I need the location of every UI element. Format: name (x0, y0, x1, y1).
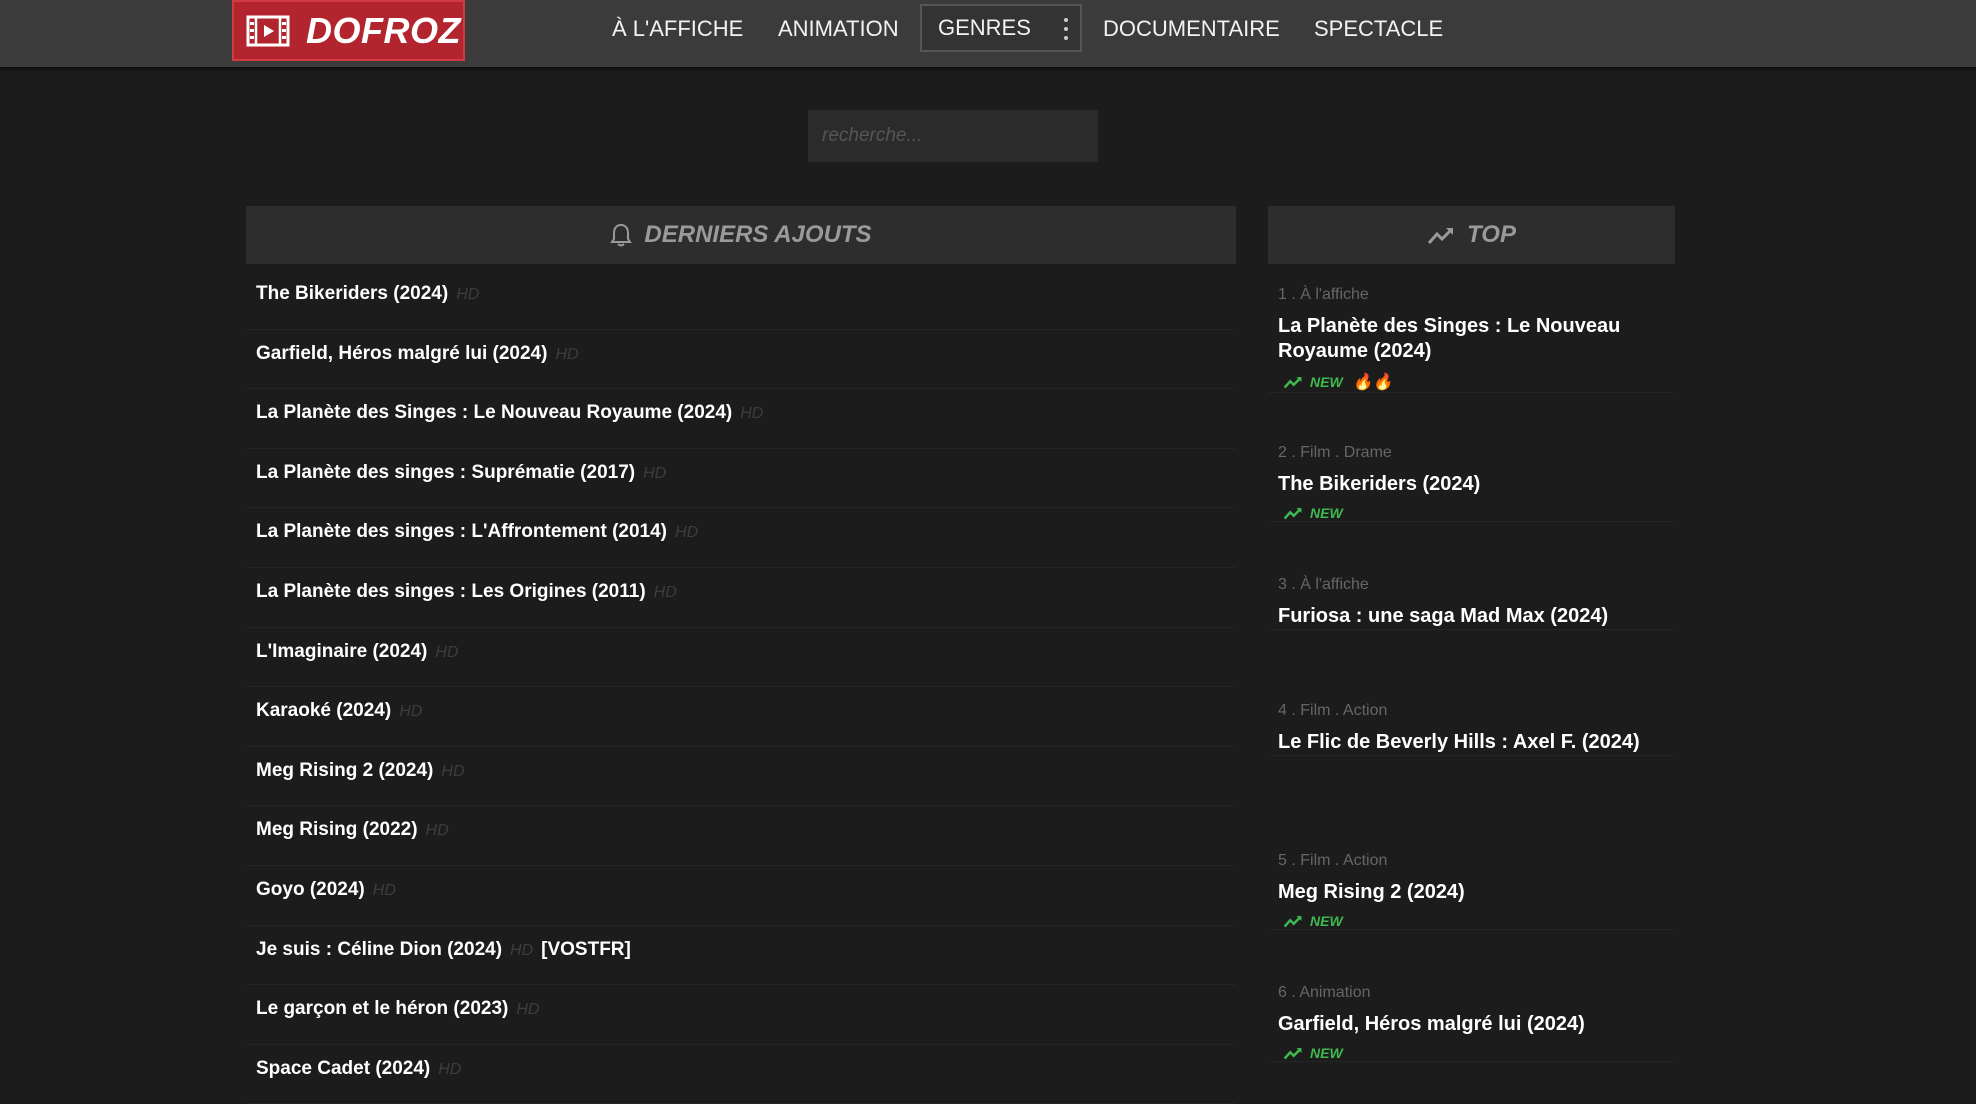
quality-badge: HD (675, 524, 699, 542)
top-item-title[interactable]: Le Flic de Beverly Hills : Axel F. (2024… (1278, 730, 1673, 755)
language-tag: [VOSTFR] (541, 938, 631, 960)
quality-badge: HD (438, 1060, 462, 1078)
top-item-title[interactable]: La Planète des Singes : Le Nouveau Royau… (1278, 314, 1673, 364)
latest-item[interactable]: Meg Rising 2 (2024) HD (246, 747, 1236, 807)
fire-icon: 🔥🔥 (1352, 374, 1393, 391)
quality-badge: HD (456, 286, 480, 303)
bell-icon (610, 223, 633, 247)
quality-badge: HD (372, 881, 396, 899)
quality-badge: HD (653, 583, 677, 601)
latest-item-title[interactable]: La Planète des singes : Suprématie (2017… (256, 462, 635, 483)
new-badge-label: NEW (1310, 913, 1343, 929)
latest-item[interactable]: La Planète des Singes : Le Nouveau Royau… (246, 389, 1236, 449)
latest-item[interactable]: Space Cadet (2024) HD (246, 1045, 1236, 1104)
latest-item[interactable]: La Planète des singes : Suprématie (2017… (246, 449, 1236, 509)
nav-documentaire[interactable]: DOCUMENTAIRE (1103, 0, 1280, 57)
top-panel-title: TOP (1467, 221, 1516, 248)
new-badge: NEW (1282, 505, 1675, 521)
latest-panel-title: DERNIERS AJOUTS (644, 221, 872, 248)
quality-badge: HD (643, 464, 667, 482)
new-badge: NEW (1282, 913, 1675, 929)
latest-panel-header: DERNIERS AJOUTS (246, 206, 1236, 264)
latest-list: The Bikeriders (2024) HD Garfield, Héros m… (246, 270, 1236, 1104)
quality-badge: HD (740, 405, 764, 423)
new-badge-label: NEW (1310, 505, 1343, 521)
latest-item[interactable]: Goyo (2024) HD (246, 866, 1236, 926)
top-item-meta: 1 . À l'affiche (1278, 286, 1369, 303)
brand-logo[interactable]: DOFROZ (232, 0, 465, 61)
top-item-title[interactable]: Garfield, Héros malgré lui (2024) (1278, 1012, 1673, 1037)
top-item-meta: 5 . Film . Action (1278, 852, 1388, 869)
latest-item-title[interactable]: La Planète des singes : Les Origines (20… (256, 581, 646, 602)
latest-item-title[interactable]: Le garçon et le héron (2023) (256, 998, 508, 1019)
latest-item-title[interactable]: Meg Rising 2 (2024) (256, 760, 433, 781)
latest-item-title[interactable]: Garfield, Héros malgré lui (2024) (256, 343, 547, 364)
brand-name: DOFROZ (306, 9, 461, 51)
quality-badge: HD (555, 345, 579, 363)
nav-spectacle[interactable]: SPECTACLE (1314, 0, 1443, 57)
kebab-menu-icon (1064, 18, 1068, 40)
top-navbar: DOFROZ À L'AFFICHE ANIMATION GENRES DOCU… (0, 0, 1976, 67)
latest-item-title[interactable]: La Planète des singes : L'Affrontement (… (256, 521, 667, 542)
latest-item[interactable]: Garfield, Héros malgré lui (2024) HD (246, 330, 1236, 390)
top-item-meta: 2 . Film . Drame (1278, 444, 1392, 461)
nav-a-laffiche[interactable]: À L'AFFICHE (612, 0, 743, 57)
top-item-meta: 4 . Film . Action (1278, 702, 1388, 719)
new-badge: NEW (1282, 1045, 1675, 1061)
top-item[interactable]: 2 . Film . Drame The Bikeriders (2024) NEW (1268, 444, 1675, 522)
top-item[interactable]: 3 . À l'affiche Furiosa : une saga Mad Ma… (1268, 576, 1675, 630)
latest-item[interactable]: Meg Rising (2022) HD (246, 806, 1236, 866)
latest-item[interactable]: L'Imaginaire (2024) HD (246, 628, 1236, 688)
trending-icon (1283, 915, 1302, 928)
film-icon (246, 15, 290, 46)
nav-genres-label: GENRES (938, 15, 1031, 40)
quality-badge: HD (510, 941, 534, 959)
latest-item-title[interactable]: The Bikeriders (2024) (256, 283, 448, 304)
top-item-title[interactable]: Furiosa : une saga Mad Max (2024) (1278, 604, 1673, 629)
trending-icon (1427, 227, 1454, 244)
quality-badge: HD (435, 643, 459, 661)
latest-item-title[interactable]: Je suis : Céline Dion (2024) (256, 939, 502, 960)
nav-genres-dropdown[interactable]: GENRES (920, 4, 1082, 52)
quality-badge: HD (425, 822, 449, 840)
latest-item-title[interactable]: Goyo (2024) (256, 879, 365, 900)
quality-badge: HD (516, 1001, 540, 1019)
trending-icon (1283, 507, 1302, 520)
top-panel-header: TOP (1268, 206, 1675, 264)
quality-badge: HD (441, 762, 465, 780)
latest-item[interactable]: Karaoké (2024) HD (246, 687, 1236, 747)
new-badge: NEW 🔥🔥 (1282, 372, 1675, 392)
new-badge-label: NEW (1310, 1045, 1343, 1061)
nav-animation[interactable]: ANIMATION (778, 0, 899, 57)
latest-item[interactable]: The Bikeriders (2024) HD (246, 270, 1236, 330)
latest-item[interactable]: Je suis : Céline Dion (2024) HD [VOSTFR] (246, 926, 1236, 986)
top-item[interactable]: 5 . Film . Action Meg Rising 2 (2024) NEW (1268, 852, 1675, 930)
trending-icon (1283, 376, 1302, 389)
top-item[interactable]: 6 . Animation Garfield, Héros malgré lui … (1268, 984, 1675, 1062)
latest-item-title[interactable]: L'Imaginaire (2024) (256, 641, 427, 662)
search-input[interactable] (808, 110, 1098, 162)
latest-item-title[interactable]: La Planète des Singes : Le Nouveau Royau… (256, 402, 732, 423)
top-item[interactable]: 1 . À l'affiche La Planète des Singes : L… (1268, 286, 1675, 393)
top-item-title[interactable]: The Bikeriders (2024) (1278, 472, 1673, 497)
trending-icon (1283, 1047, 1302, 1060)
latest-item[interactable]: Le garçon et le héron (2023) HD (246, 985, 1236, 1045)
latest-item-title[interactable]: Meg Rising (2022) (256, 819, 418, 840)
top-item[interactable]: 4 . Film . Action Le Flic de Beverly Hill… (1268, 702, 1675, 756)
top-item-meta: 3 . À l'affiche (1278, 576, 1369, 593)
latest-item[interactable]: La Planète des singes : Les Origines (20… (246, 568, 1236, 628)
latest-item-title[interactable]: Space Cadet (2024) (256, 1058, 430, 1079)
top-item-meta: 6 . Animation (1278, 984, 1371, 1001)
new-badge-label: NEW (1310, 374, 1343, 390)
latest-item-title[interactable]: Karaoké (2024) (256, 700, 391, 721)
top-item-title[interactable]: Meg Rising 2 (2024) (1278, 880, 1673, 905)
quality-badge: HD (399, 703, 423, 721)
latest-item[interactable]: La Planète des singes : L'Affrontement (… (246, 508, 1236, 568)
